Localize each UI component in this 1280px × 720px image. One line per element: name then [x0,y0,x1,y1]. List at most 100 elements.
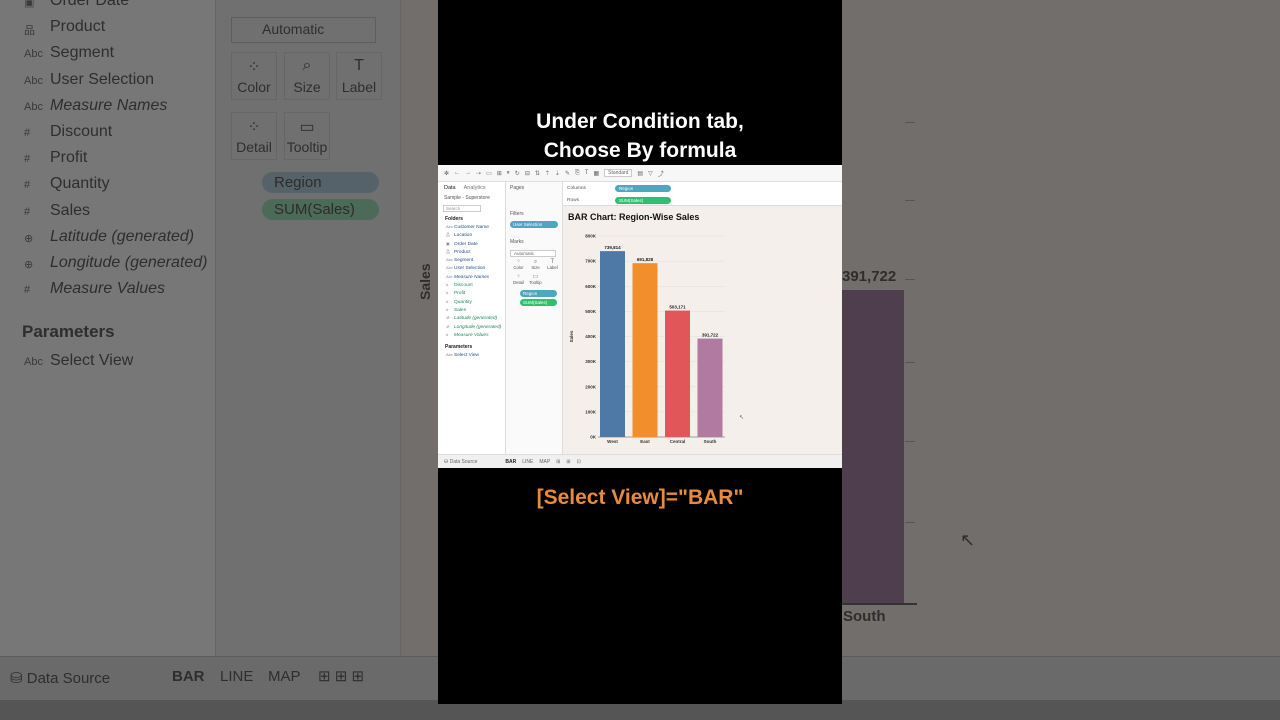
bg-field-segment[interactable]: Segment [50,44,114,62]
field-user-selection[interactable]: AbcUser Selection [438,264,505,272]
new-story-icon[interactable]: ⊡ [574,459,584,465]
tab-analytics[interactable]: Analytics [464,185,486,191]
columns-pill-region[interactable]: Region [615,185,671,192]
refresh-icon[interactable]: ↻ [515,170,520,177]
field-product[interactable]: 品 Product [438,248,505,256]
new-datasource-icon[interactable]: ⊞ [497,170,502,177]
field-quantity[interactable]: # Quantity [438,298,505,306]
marks-pill-region[interactable]: Region [520,290,557,297]
redo-icon[interactable]: ⇢ [476,170,481,177]
fix-axes-icon[interactable]: ▦ [593,170,599,177]
data-source-tab[interactable]: ⛁ Data Source [441,459,480,465]
bar-west[interactable] [600,251,625,437]
tableau-logo-icon[interactable]: ✻ [444,170,449,177]
share-icon[interactable]: ⤴ [658,169,664,178]
bg-field-product[interactable]: Product [50,18,105,36]
field-measure-values[interactable]: # Measure Values [438,331,505,339]
marks-card-detail[interactable]: ⁘ Detail [510,274,527,286]
field-type-icon: # [446,290,449,296]
field-latitude-generated[interactable]: ⊕ Latitude (generated) [438,314,505,322]
field-type-icon: Abc [446,273,453,279]
bar-south[interactable] [697,338,723,437]
marks-card-color[interactable]: ⁘ Color [510,259,527,271]
bg-field-sales[interactable]: Sales [50,202,90,220]
bg-card-label[interactable]: T Label [336,52,382,100]
bg-pill-region[interactable]: Region [262,172,379,193]
forward-icon[interactable]: → [465,170,471,176]
bg-field-order-date[interactable]: Order Date [50,0,129,10]
field-profit[interactable]: # Profit [438,289,505,297]
bg-field-longitude-generated[interactable]: Longitude (generated) [50,254,207,272]
bg-field-quantity[interactable]: Quantity [50,175,110,193]
bg-parameter-select-view[interactable]: Select View [50,352,133,370]
tab-data[interactable]: Data [444,185,456,191]
field-measure-names[interactable]: AbcMeasure Names [438,273,505,281]
bg-sheet-tab-map[interactable]: MAP [268,668,301,685]
group-icon[interactable]: ⎘ [575,170,580,177]
marks-type-select[interactable]: Automatic [510,250,556,257]
tooltip-icon[interactable]: ▽ [648,170,653,177]
bg-field-discount[interactable]: Discount [50,123,112,141]
field-customer-name[interactable]: AbcCustomer Name [438,223,505,231]
data-label: 391,722 [702,333,719,338]
back-icon[interactable]: ← [454,170,460,176]
bg-card-tooltip[interactable]: ▭ Tooltip [284,112,330,160]
field-sales[interactable]: # Sales [438,306,505,314]
marks-card-size[interactable]: ⌕ Size [527,259,544,271]
new-sheet-icon[interactable]: ⊟ [525,170,530,177]
sheet-tab-bar[interactable]: BAR [502,459,519,465]
field-location[interactable]: 品 Location [438,231,505,239]
sheet-tab-line[interactable]: LINE [519,459,536,465]
field-discount[interactable]: # Discount [438,281,505,289]
bar-east[interactable] [632,263,658,437]
y-tick-label: 100K [585,409,597,414]
field-longitude-generated[interactable]: ⊕ Longitude (generated) [438,323,505,331]
y-tick-label: 500K [585,309,597,314]
bg-field-latitude-generated[interactable]: Latitude (generated) [50,228,194,246]
highlight-icon[interactable]: ✎ [565,170,570,177]
bg-field-profit[interactable]: Profit [50,149,87,167]
field-label: Product [454,249,471,255]
sort-asc-icon[interactable]: ⇡ [545,170,550,177]
bg-sheet-tab-line[interactable]: LINE [220,668,253,685]
bar-central[interactable] [665,310,690,437]
bg-new-sheet-icon[interactable]: ⊞ ⊞ ⊞ [318,667,364,685]
bg-data-source-tab[interactable]: ⛁ Data Source [10,669,110,687]
fit-select[interactable]: Standard [604,169,633,177]
marks-card-label[interactable]: T Label [544,259,561,271]
bg-card-size[interactable]: ⌕ Size [284,52,330,100]
bg-card-detail[interactable]: ⁘ Detail [231,112,277,160]
bg-pill-sales[interactable]: SUM(Sales) [262,199,379,220]
field-segment[interactable]: AbcSegment [438,256,505,264]
sheet-tab-map[interactable]: MAP [536,459,553,465]
rows-pill-sales[interactable]: SUM(Sales) [615,197,671,204]
field-label: Customer Name [454,225,489,230]
bg-field-user-selection[interactable]: User Selection [50,71,154,89]
bg-sheet-tab-bar[interactable]: BAR [172,668,205,685]
marks-card-tooltip[interactable]: ▭ Tooltip [527,274,544,286]
filter-pill-user-selection[interactable]: User Selection [510,221,558,228]
field-label: Discount [454,283,473,289]
data-source-name[interactable]: Sample - Superstore [438,194,505,202]
parameter-select-view[interactable]: AbcSelect View [438,351,505,359]
bg-field-measure-values[interactable]: Measure Values [50,280,165,298]
swap-icon[interactable]: ⇅ [535,170,540,177]
field-order-date[interactable]: ▣ Order Date [438,240,505,248]
bg-marks-type[interactable]: Automatic [231,17,376,43]
y-tick-label: 400K [585,334,597,339]
bg-field-measure-names[interactable]: Measure Names [50,97,167,115]
show-me-icon[interactable]: ▤ [637,170,643,177]
sort-desc-icon[interactable]: ⇣ [555,170,560,177]
bg-bar-south [842,290,904,603]
save-icon[interactable]: ▭ [486,170,492,177]
field-label: Location [454,233,473,239]
status-bar: ⛁ Data Source BAR LINE MAP ⊞ ⊞ ⊡ [438,454,842,468]
labels-icon[interactable]: T [585,170,589,176]
search-input[interactable]: Search [443,205,481,212]
new-dashboard-icon[interactable]: ⊞ [563,459,573,465]
caption-formula: [Select View]="BAR" [536,486,744,509]
marks-pill-sales[interactable]: SUM(Sales) [520,299,557,306]
bg-card-color[interactable]: ⁘ Color [231,52,277,100]
pause-icon[interactable]: ⏸ [507,170,510,177]
new-worksheet-icon[interactable]: ⊞ [553,459,563,465]
